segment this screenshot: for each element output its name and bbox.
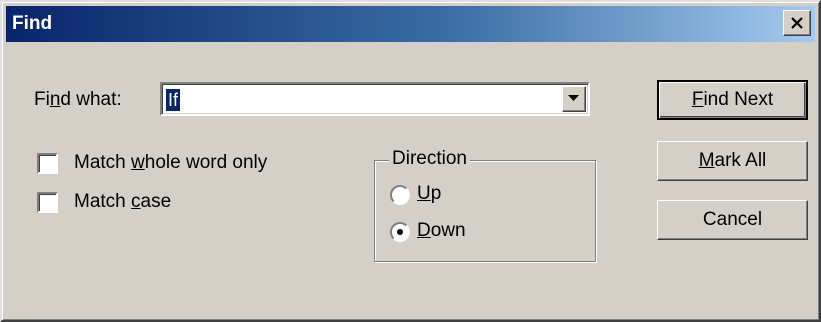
cancel-button[interactable]: Cancel <box>657 200 808 240</box>
title-bar[interactable]: Find <box>6 6 815 42</box>
match-whole-word-checkbox[interactable] <box>37 153 58 174</box>
close-button[interactable] <box>783 10 811 36</box>
close-icon <box>791 17 803 29</box>
dialog-title: Find <box>12 13 53 34</box>
find-what-combobox[interactable]: If <box>160 82 590 116</box>
direction-down-label[interactable]: Down <box>417 220 466 242</box>
radio-selected-dot <box>397 229 403 235</box>
mark-all-button[interactable]: Mark All <box>657 141 808 181</box>
find-what-label: Find what: <box>34 89 122 110</box>
direction-up-label[interactable]: Up <box>417 183 441 205</box>
direction-group: Direction Up Down <box>374 148 596 262</box>
direction-down-radio[interactable] <box>390 222 410 242</box>
find-next-button[interactable]: Find Next <box>657 80 808 120</box>
find-dialog: Find Find what: If Match whole word only… <box>0 0 821 322</box>
match-whole-word-label[interactable]: Match whole word only <box>74 152 267 174</box>
direction-legend: Direction <box>389 148 470 170</box>
match-case-checkbox[interactable] <box>37 192 58 213</box>
find-what-input[interactable]: If <box>166 89 181 111</box>
match-case-label[interactable]: Match case <box>74 191 171 213</box>
chevron-down-icon <box>568 95 579 101</box>
direction-up-radio[interactable] <box>390 185 410 205</box>
find-what-dropdown-button[interactable] <box>562 86 586 112</box>
